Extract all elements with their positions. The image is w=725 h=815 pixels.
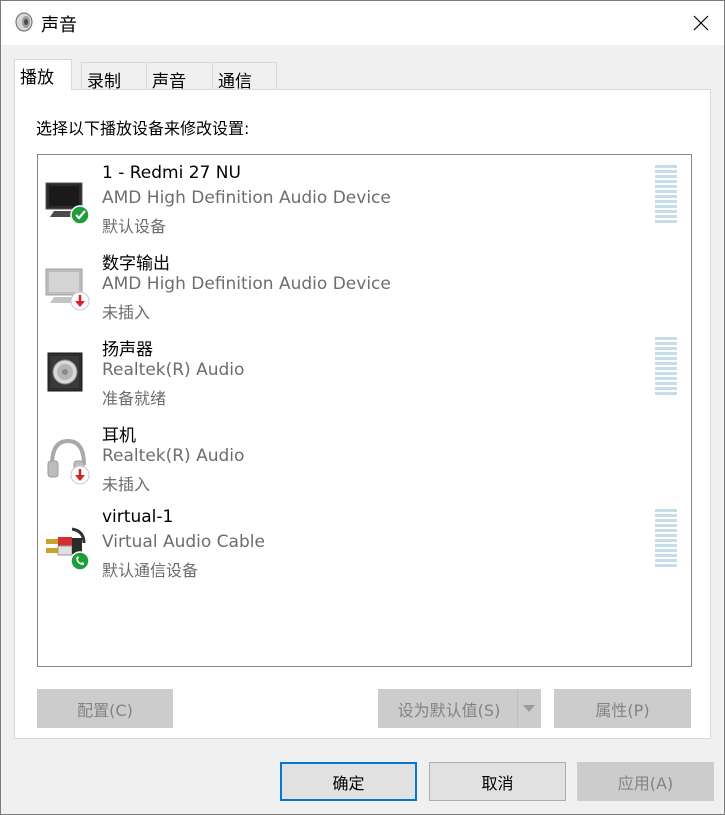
speaker-icon [47,352,83,392]
audio-cable-icon [46,527,90,571]
tab-recording[interactable]: 录制 [81,62,147,92]
device-name: 耳机 [102,426,136,446]
device-description: Realtek(R) Audio [102,446,245,466]
window-title: 声音 [41,15,77,36]
ok-button[interactable]: 确定 [280,762,417,801]
chevron-down-icon [523,704,535,712]
device-status: 默认设备 [102,217,167,236]
close-button[interactable] [678,1,724,45]
playback-panel: 选择以下播放设备来修改设置: 1 - Redmi 27 NU AMD High … [14,89,711,739]
default-check-badge-icon [70,205,90,225]
set-default-split-button[interactable]: 设为默认值(S) [378,689,541,728]
monitor-icon [45,268,90,311]
speaker-title-icon [15,12,33,32]
set-default-label: 设为默认值(S) [397,700,501,720]
device-list[interactable]: 1 - Redmi 27 NU AMD High Definition Audi… [37,154,692,667]
volume-meter [655,165,677,225]
tab-sounds[interactable]: 声音 [146,62,213,92]
device-description: AMD High Definition Audio Device [102,188,391,208]
title-bar: 声音 [1,1,724,45]
headphones-icon [47,438,90,485]
cancel-button[interactable]: 取消 [429,762,566,801]
device-item[interactable]: 1 - Redmi 27 NU AMD High Definition Audi… [38,155,691,239]
device-name: 扬声器 [102,340,153,360]
device-description: Realtek(R) Audio [102,360,245,380]
device-item[interactable]: virtual-1 Virtual Audio Cable 默认通信设备 [38,499,691,583]
communication-phone-badge-icon [70,551,90,571]
tab-playback[interactable]: 播放 [14,59,72,90]
device-status: 默认通信设备 [102,561,199,580]
device-description: Virtual Audio Cable [102,532,265,552]
device-item[interactable]: 扬声器 Realtek(R) Audio 准备就绪 [38,327,691,411]
set-default-dropdown[interactable] [517,690,540,727]
close-icon [693,15,709,31]
device-name: 1 - Redmi 27 NU [102,163,241,183]
configure-button[interactable]: 配置(C) [37,689,173,728]
device-status: 未插入 [102,475,151,494]
device-description: AMD High Definition Audio Device [102,274,391,294]
apply-button[interactable]: 应用(A) [577,762,714,801]
volume-meter [655,337,677,397]
volume-meter [655,509,677,569]
device-item[interactable]: 数字输出 AMD High Definition Audio Device 未插… [38,241,691,325]
monitor-icon [45,182,90,225]
instruction-text: 选择以下播放设备来修改设置: [36,119,250,138]
tab-communications[interactable]: 通信 [212,62,277,92]
device-name: 数字输出 [102,254,170,274]
properties-button[interactable]: 属性(P) [554,689,691,728]
sound-dialog: 声音 播放 录制 声音 通信 选择以下播放设备来修改设置: 1 - Redmi … [0,0,725,815]
device-item[interactable]: 耳机 Realtek(R) Audio 未插入 [38,413,691,497]
device-status: 准备就绪 [102,389,167,408]
device-name: virtual-1 [102,507,174,527]
device-status: 未插入 [102,303,151,322]
